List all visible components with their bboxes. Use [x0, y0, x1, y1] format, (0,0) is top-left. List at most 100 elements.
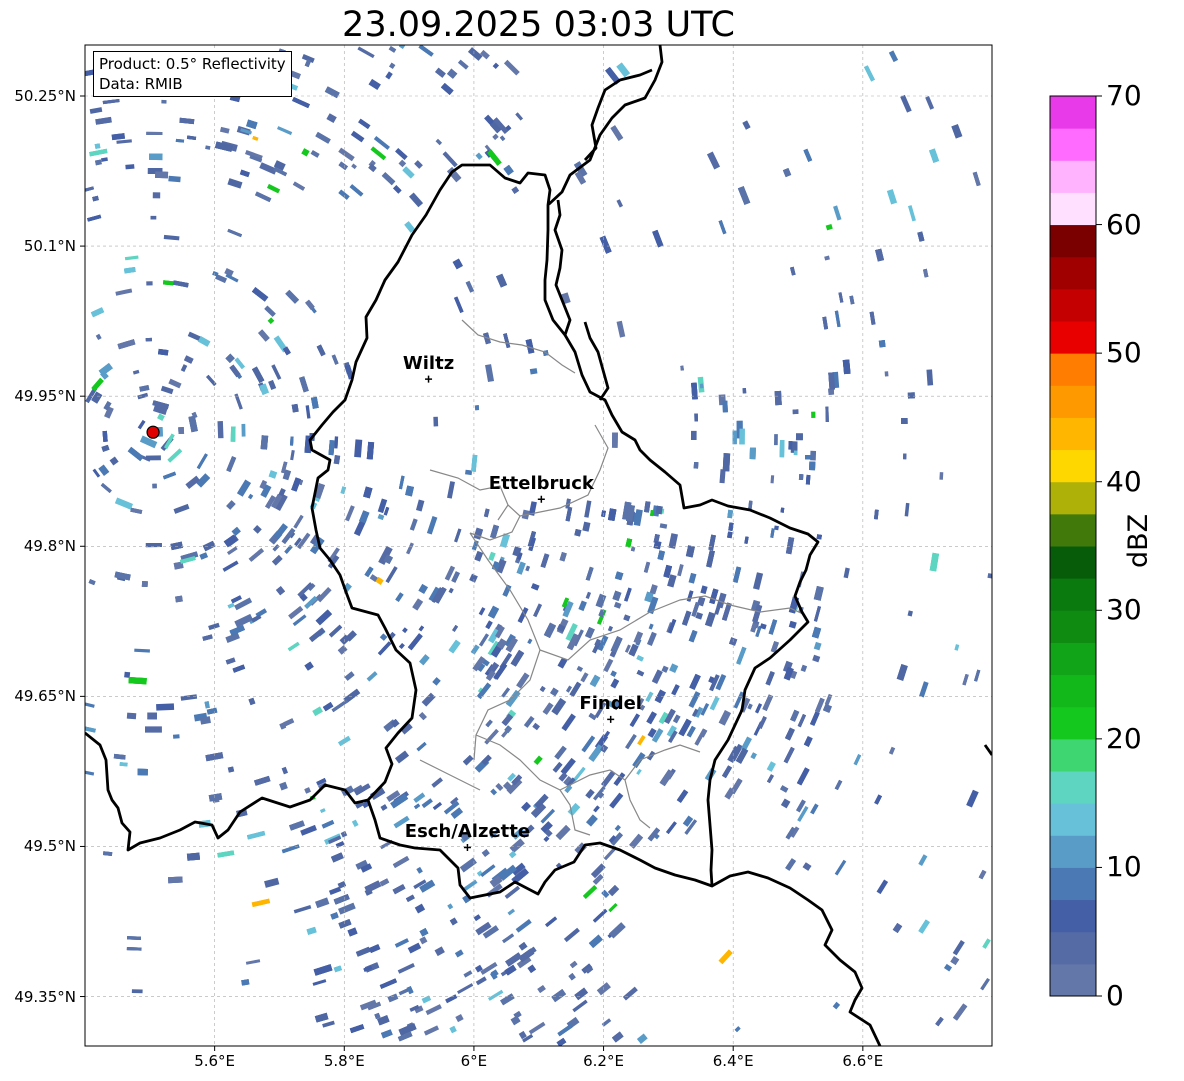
echo-cell — [290, 436, 294, 446]
echo-cell — [149, 153, 163, 161]
echo-cell — [414, 903, 426, 914]
echo-cell — [419, 654, 430, 666]
echo-cell — [874, 794, 882, 805]
echo-cell — [94, 143, 101, 149]
echo-cell — [688, 572, 697, 584]
echo-cell — [95, 333, 102, 341]
echo-cell — [358, 118, 371, 129]
echo-cell — [585, 814, 598, 827]
echo-cell — [545, 916, 558, 928]
echo-cell — [601, 889, 610, 898]
echo-cell — [671, 684, 680, 696]
echo-cell — [449, 917, 458, 926]
echo-cell — [515, 112, 523, 121]
echo-cell — [853, 754, 862, 766]
echo-cell — [227, 228, 243, 238]
echo-cell — [919, 681, 929, 698]
echo-cell — [677, 564, 684, 577]
echo-cell — [338, 161, 348, 171]
radar-site-marker — [146, 425, 160, 439]
echo-cell — [610, 125, 624, 141]
colorbar-segment — [1050, 546, 1096, 579]
echo-cell — [925, 96, 935, 110]
echo-cell — [279, 781, 288, 791]
echo-cell — [398, 475, 405, 490]
echo-cell — [551, 989, 567, 1003]
echo-cell — [581, 735, 596, 753]
echo-cell — [230, 595, 242, 604]
echo-cell — [904, 502, 910, 517]
echo-cell — [373, 136, 390, 150]
echo-cell — [462, 754, 474, 766]
echo-cell — [351, 163, 357, 170]
echo-cell — [695, 612, 704, 620]
echo-cell — [416, 742, 427, 752]
echo-cell — [480, 864, 496, 877]
echo-cell — [636, 768, 642, 776]
echo-cell — [272, 544, 280, 552]
echo-cell — [315, 609, 332, 626]
echo-cell — [300, 824, 317, 836]
echo-cell — [951, 124, 963, 139]
echo-cell — [231, 526, 241, 536]
echo-cell — [366, 671, 378, 682]
echo-cell — [556, 1037, 567, 1046]
echo-cell — [935, 1016, 944, 1027]
echo-cell — [451, 571, 460, 583]
echo-cell — [447, 68, 458, 79]
echo-cell — [492, 62, 500, 70]
echo-cell — [730, 778, 743, 795]
echo-cell — [813, 641, 822, 651]
echo-cell — [310, 396, 319, 409]
echo-cell — [145, 337, 152, 342]
echo-cell — [448, 639, 461, 654]
echo-cell — [326, 113, 337, 123]
echo-cell — [736, 646, 747, 665]
echo-cell — [268, 470, 278, 479]
echo-cell — [88, 579, 96, 586]
echo-cell — [163, 280, 174, 286]
echo-cell — [770, 528, 775, 538]
colorbar-segment — [1050, 738, 1096, 772]
echo-cell — [563, 927, 580, 943]
echo-cell — [528, 1021, 546, 1035]
echo-cell — [810, 803, 819, 815]
echo-cell — [423, 1025, 440, 1036]
echo-cell — [337, 645, 348, 655]
echo-cell — [137, 768, 148, 776]
echo-cell — [252, 136, 259, 141]
echo-cell — [515, 919, 532, 933]
colorbar — [1049, 95, 1102, 997]
echo-cell — [595, 593, 607, 608]
echo-cell — [167, 448, 183, 463]
echo-cell — [795, 433, 803, 441]
echo-cell — [783, 746, 795, 764]
echo-cell — [485, 719, 493, 728]
echo-cell — [565, 506, 573, 522]
echo-cell — [680, 365, 684, 371]
echo-cell — [380, 1029, 393, 1039]
echo-cell — [206, 707, 218, 715]
echo-cell — [582, 885, 598, 899]
echo-cell — [126, 947, 142, 951]
echo-cell — [766, 774, 774, 784]
echo-cell — [260, 435, 269, 450]
echo-cell — [706, 151, 721, 170]
echo-cell — [503, 59, 520, 76]
echo-cell — [392, 884, 406, 895]
echo-cell — [503, 333, 511, 349]
city-label: Wiltz — [402, 353, 455, 375]
echo-cell — [363, 486, 373, 499]
echo-cell — [85, 186, 95, 194]
lat-tick-label: 50.1°N — [23, 237, 76, 256]
colorbar-segment — [1050, 224, 1096, 258]
echo-cell — [483, 508, 490, 518]
colorbar-tick-label: 0 — [1106, 979, 1124, 1012]
echo-cell — [87, 214, 102, 222]
echo-cell — [878, 339, 886, 348]
echo-cell — [718, 710, 731, 726]
echo-cell — [896, 664, 908, 681]
echo-cell — [328, 624, 343, 638]
echo-cell — [186, 135, 197, 140]
echo-cell — [758, 716, 767, 729]
